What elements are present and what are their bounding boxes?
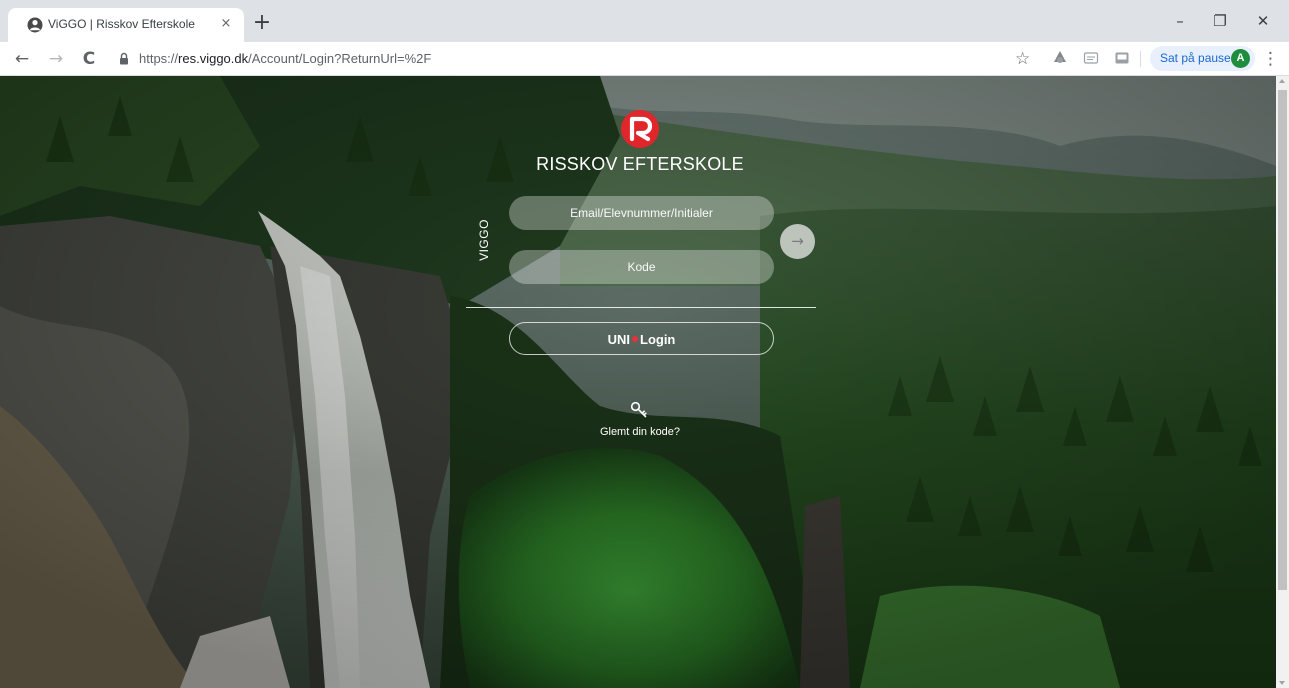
risskov-logo-icon xyxy=(621,110,659,148)
divider xyxy=(466,307,816,308)
viggo-brand-label: VIGGO xyxy=(477,219,491,261)
password-field[interactable] xyxy=(509,250,774,284)
forward-button[interactable]: → xyxy=(44,47,68,71)
close-tab-icon[interactable]: × xyxy=(216,14,236,34)
url-text: https://res.viggo.dk/Account/Login?Retur… xyxy=(139,51,431,66)
back-button[interactable]: ← xyxy=(10,47,34,71)
browser-toolbar: ← → C https://res.viggo.dk/Account/Login… xyxy=(0,42,1289,76)
unilogin-label-login: Login xyxy=(640,332,676,348)
toolbar-separator xyxy=(1140,51,1141,67)
page-viewport: RISSKOV EFTERSKOLE VIGGO → UNI Login Glem… xyxy=(0,76,1289,688)
tab-title: ViGGO | Risskov Efterskole xyxy=(48,17,195,31)
scroll-down-arrow-icon[interactable] xyxy=(1279,681,1285,685)
lock-icon xyxy=(120,52,128,65)
restore-icon[interactable]: ❐ xyxy=(1200,8,1240,34)
address-bar[interactable]: https://res.viggo.dk/Account/Login?Retur… xyxy=(109,46,1044,72)
new-tab-button[interactable]: + xyxy=(251,12,273,34)
unilogin-dot-icon xyxy=(632,336,638,343)
tab-strip: ViGGO | Risskov Efterskole × + – ❐ ✕ xyxy=(0,0,1289,42)
minimize-icon[interactable]: – xyxy=(1160,8,1200,34)
url-host: res.viggo.dk xyxy=(178,51,249,66)
url-prefix: https:// xyxy=(139,51,179,66)
extension-icon[interactable] xyxy=(1052,50,1068,66)
close-window-icon[interactable]: ✕ xyxy=(1243,8,1283,34)
kebab-menu-icon[interactable]: ⋮ xyxy=(1262,49,1279,69)
key-icon[interactable] xyxy=(630,401,648,419)
avatar: A xyxy=(1231,49,1250,68)
reload-button[interactable]: C xyxy=(77,47,101,71)
url-path: /Account/Login?ReturnUrl=%2F xyxy=(248,51,432,66)
scroll-thumb[interactable] xyxy=(1278,90,1287,590)
email-field[interactable] xyxy=(509,196,774,230)
scrollbar[interactable] xyxy=(1276,76,1289,688)
favicon-icon xyxy=(27,17,43,33)
scroll-up-arrow-icon[interactable] xyxy=(1279,79,1285,83)
unilogin-button[interactable]: UNI Login xyxy=(509,322,774,355)
login-submit-button[interactable]: → xyxy=(780,224,815,259)
forgot-password-link[interactable]: Glemt din kode? xyxy=(580,426,700,438)
unilogin-label: UNI Login xyxy=(510,331,773,347)
star-icon[interactable]: ☆ xyxy=(1015,49,1030,69)
cast-icon[interactable] xyxy=(1114,50,1130,66)
unilogin-label-uni: UNI xyxy=(607,332,630,348)
puzzle-icon[interactable] xyxy=(1083,50,1099,66)
profile-status: Sat på pause xyxy=(1160,51,1231,65)
school-name: RISSKOV EFTERSKOLE xyxy=(536,154,744,174)
browser-tab-active[interactable]: ViGGO | Risskov Efterskole × xyxy=(8,8,244,42)
profile-chip[interactable]: Sat på pause A xyxy=(1150,46,1255,71)
